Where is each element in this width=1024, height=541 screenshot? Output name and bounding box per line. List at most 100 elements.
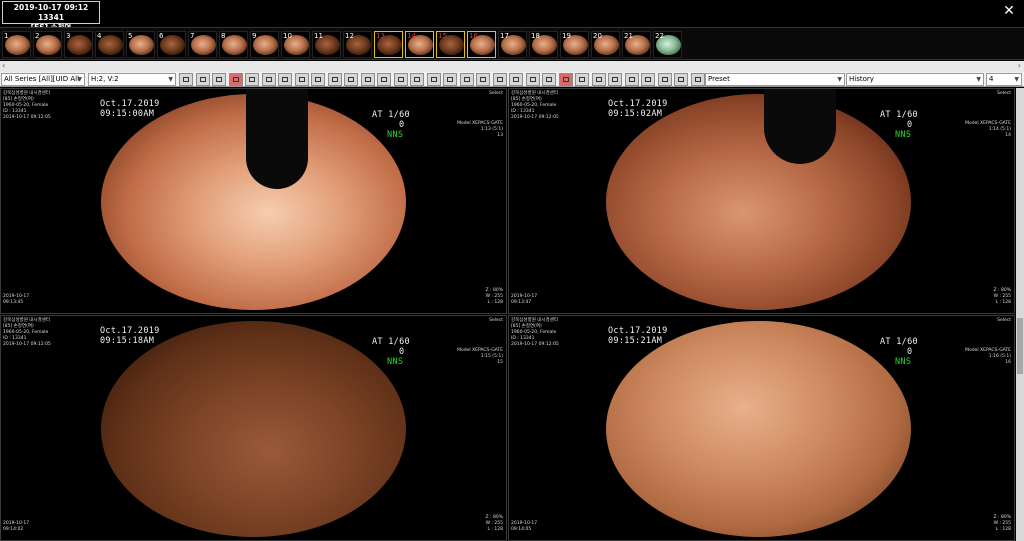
frame-icon[interactable] xyxy=(443,73,457,86)
endoscopy-image xyxy=(606,321,911,537)
invert-icon[interactable] xyxy=(542,73,556,86)
id-label: ID : 13341 xyxy=(511,109,535,114)
crop2-icon[interactable] xyxy=(624,73,639,86)
thumbnail-scrollbar[interactable]: ‹ › xyxy=(0,61,1024,72)
thumbnail-item[interactable]: 9 xyxy=(250,31,279,58)
scroll-left-icon[interactable]: ‹ xyxy=(2,61,5,70)
select-label: Select xyxy=(489,318,503,323)
thumbnail-item[interactable]: 12 xyxy=(343,31,372,58)
forward-icon[interactable] xyxy=(278,73,292,86)
arrow-icon-glyph xyxy=(496,77,503,82)
endoscopy-image xyxy=(606,94,911,310)
copy-icon[interactable] xyxy=(641,73,655,86)
crop-icon[interactable] xyxy=(377,73,391,86)
window-level-label: L : 128 xyxy=(995,527,1011,532)
preset-select[interactable]: Preset ▼ xyxy=(705,73,845,86)
print-icon-glyph xyxy=(595,77,602,82)
study-info-box[interactable]: 2019-10-17 09:12 13341 [ES] 손정연 xyxy=(2,1,100,32)
layout-select[interactable]: H:2, V:2 ▼ xyxy=(88,73,176,86)
image-pane[interactable]: 강북삼성병원 내시경센터 [85] 손정연(여) 1960-05-20, Femal… xyxy=(0,315,507,541)
delete-icon-glyph xyxy=(232,77,239,82)
frame-label: 1:14 (5:1) xyxy=(988,127,1011,132)
text-icon[interactable] xyxy=(426,73,441,86)
thumbnail-item[interactable]: 19 xyxy=(560,31,589,58)
thumbnail-item[interactable]: 1 xyxy=(2,31,31,58)
scroll-right-icon[interactable]: › xyxy=(1018,61,1021,70)
hospital-label: 강북삼성병원 내시경센터 xyxy=(3,318,50,323)
line-icon-glyph xyxy=(529,77,536,82)
pan-icon[interactable] xyxy=(393,73,408,86)
save-icon[interactable] xyxy=(608,73,622,86)
dob-label: 1960-05-20, Female xyxy=(511,103,557,108)
grid-icon-glyph xyxy=(199,77,206,82)
image-pane[interactable]: 강북삼성병원 내시경센터 [85] 손정연(여) 1960-05-20, Femal… xyxy=(508,315,1015,541)
thumbnail-item[interactable]: 2 xyxy=(33,31,62,58)
thumbnail-item[interactable]: 11 xyxy=(312,31,341,58)
thumbnail-item[interactable]: 4 xyxy=(95,31,124,58)
thumbnail-item[interactable]: 10 xyxy=(281,31,310,58)
circle-icon[interactable] xyxy=(476,73,490,86)
image-icon[interactable] xyxy=(558,73,573,86)
zoom-icon[interactable] xyxy=(245,73,259,86)
history-select[interactable]: History ▼ xyxy=(846,73,984,86)
count-select[interactable]: 4 ▼ xyxy=(986,73,1022,86)
thumbnail-item[interactable]: 3 xyxy=(64,31,93,58)
thumbnail-item[interactable]: 17 xyxy=(498,31,527,58)
layout-icon-glyph xyxy=(348,77,354,82)
line-icon[interactable] xyxy=(525,73,540,86)
count-select-label: 4 xyxy=(989,75,994,83)
pan-icon-glyph xyxy=(397,77,404,82)
measure-icon[interactable] xyxy=(360,73,375,86)
audio-icon[interactable] xyxy=(294,73,309,86)
redo-icon[interactable] xyxy=(327,73,342,86)
forward-icon-glyph xyxy=(265,77,272,82)
thumbnail-item[interactable]: 7 xyxy=(188,31,217,58)
print-icon[interactable] xyxy=(591,73,606,86)
id-label: ID : 13341 xyxy=(511,336,535,341)
preset-select-label: Preset xyxy=(708,75,730,83)
thumbnail-item[interactable]: 6 xyxy=(157,31,186,58)
gear-icon[interactable] xyxy=(690,73,705,86)
forward-icon[interactable] xyxy=(261,73,276,86)
undo-icon-glyph xyxy=(315,77,321,82)
scroll-icon[interactable] xyxy=(509,73,523,86)
image-time: 09:15:21AM xyxy=(608,336,663,346)
grid-icon[interactable] xyxy=(179,73,193,86)
scrollbar-thumb[interactable] xyxy=(1017,318,1023,374)
arrow-icon[interactable] xyxy=(492,73,507,86)
thumbnail-item[interactable]: 5 xyxy=(126,31,155,58)
bottom-date: 2019-10-17 xyxy=(3,294,30,299)
layout-icon[interactable] xyxy=(344,73,358,86)
zoom-label: Z : 80% xyxy=(993,515,1011,520)
undo-icon[interactable] xyxy=(311,73,325,86)
thumbnail-image xyxy=(222,35,247,55)
image-pane[interactable]: 강북삼성병원 내시경센터 [85] 손정연(여) 1960-05-20, Femal… xyxy=(0,88,507,314)
chevron-down-icon: ▼ xyxy=(976,76,981,83)
thumbnail-item[interactable]: 16 xyxy=(467,31,496,58)
marker-icon[interactable] xyxy=(410,73,424,86)
thumbnail-image xyxy=(253,35,278,55)
window-icon[interactable] xyxy=(459,73,474,86)
thumbnail-number: 19 xyxy=(562,32,571,40)
thumbnail-item[interactable]: 14 xyxy=(405,31,434,58)
thumbnail-item[interactable]: 15 xyxy=(436,31,465,58)
thumbnail-item[interactable]: 20 xyxy=(591,31,620,58)
eye-icon[interactable] xyxy=(674,73,688,86)
thumbnail-item[interactable]: 22 xyxy=(653,31,682,58)
thumbnail-item[interactable]: 13 xyxy=(374,31,403,58)
close-button[interactable]: ✕ xyxy=(1002,4,1016,18)
viewer-scrollbar[interactable] xyxy=(1016,88,1024,541)
rotate-icon[interactable] xyxy=(212,73,226,86)
delete-icon[interactable] xyxy=(228,73,243,86)
video-icon[interactable] xyxy=(657,73,672,86)
image-pane[interactable]: 강북삼성병원 내시경센터 [85] 손정연(여) 1960-05-20, Femal… xyxy=(508,88,1015,314)
thumbnail-number: 18 xyxy=(531,32,540,40)
series-select[interactable]: All Series [All][UID All ▼ xyxy=(1,73,85,86)
export-icon[interactable] xyxy=(575,73,589,86)
thumbnail-item[interactable]: 18 xyxy=(529,31,558,58)
thumbnail-image xyxy=(5,35,30,55)
thumbnail-image xyxy=(36,35,61,55)
thumbnail-item[interactable]: 8 xyxy=(219,31,248,58)
thumbnail-item[interactable]: 21 xyxy=(622,31,651,58)
grid-icon[interactable] xyxy=(195,73,210,86)
